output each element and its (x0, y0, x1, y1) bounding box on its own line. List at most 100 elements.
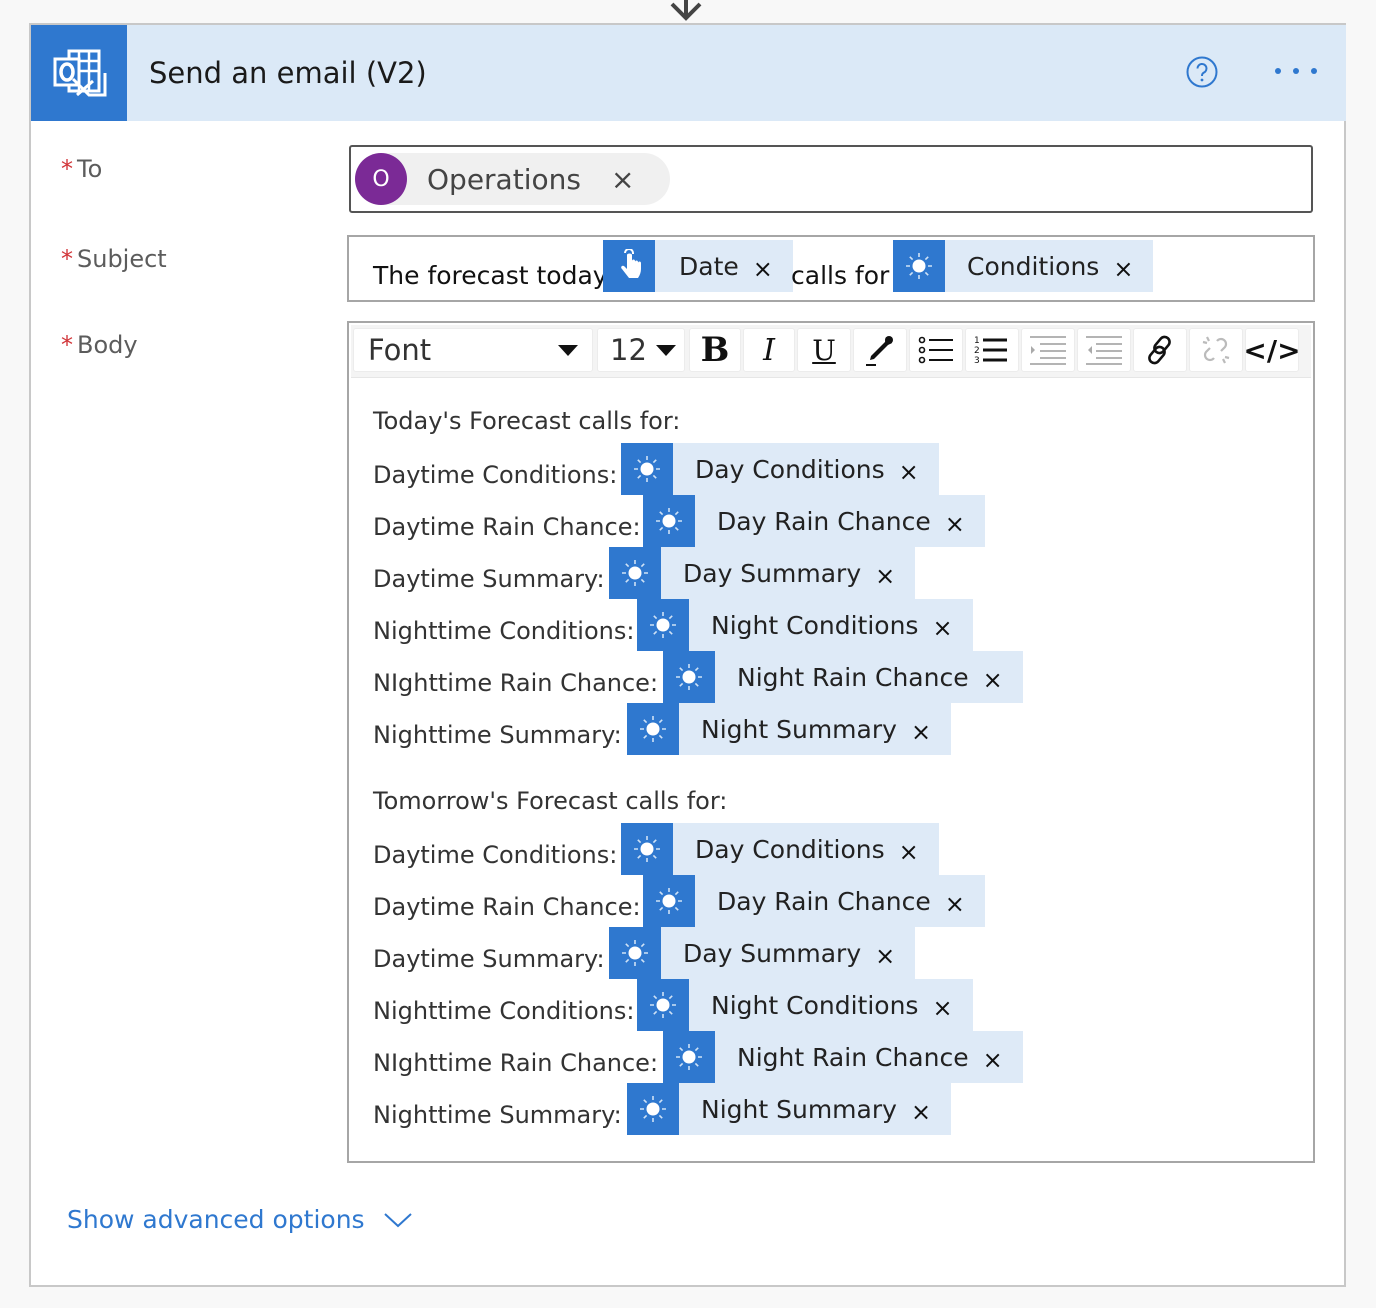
dynamic-content-token[interactable]: Day Rain Chance × (643, 495, 985, 547)
outlook-icon (31, 25, 127, 121)
token-label: Day Summary (683, 558, 862, 588)
rich-text-toolbar: Font 12 B I U 123 </> (351, 325, 1311, 378)
field-label: Nighttime Summary: (373, 1101, 622, 1129)
font-color-button[interactable] (853, 328, 907, 372)
remove-token-icon[interactable]: × (945, 510, 965, 538)
indent-button[interactable] (1021, 328, 1075, 372)
remove-link-button[interactable] (1189, 328, 1243, 372)
show-advanced-options-link[interactable]: Show advanced options (67, 1205, 413, 1234)
font-size-value: 12 (610, 333, 647, 367)
sun-icon (621, 823, 673, 875)
font-dropdown[interactable]: Font (353, 328, 593, 372)
sun-icon (663, 651, 715, 703)
chevron-down-icon (383, 1212, 412, 1227)
sun-icon (637, 979, 689, 1031)
tomorrow-heading: Tomorrow's Forecast calls for: (373, 787, 728, 815)
link-icon (1148, 335, 1171, 365)
subject-label: * Subject (61, 245, 167, 273)
token-label: Night Conditions (711, 990, 919, 1020)
outdent-button[interactable] (1077, 328, 1131, 372)
token-label: Date (679, 251, 739, 281)
remove-token-icon[interactable]: × (899, 458, 919, 486)
remove-token-icon[interactable]: × (1113, 255, 1133, 283)
required-mark: * (61, 331, 73, 359)
to-input[interactable]: O Operations × (349, 145, 1313, 213)
remove-token-icon[interactable]: × (911, 1098, 931, 1126)
code-view-button[interactable]: </> (1243, 328, 1301, 372)
remove-token-icon[interactable]: × (753, 255, 773, 283)
flow-connector-arrow-icon (670, 0, 702, 21)
remove-token-icon[interactable]: × (911, 718, 931, 746)
bulleted-list-button[interactable] (909, 328, 963, 372)
numbered-list-button[interactable]: 123 (965, 328, 1019, 372)
dynamic-content-token[interactable]: Night Conditions × (637, 979, 973, 1031)
field-label: NIghttime Rain Chance: (373, 1049, 659, 1077)
more-ellipsis-icon[interactable] (1271, 63, 1321, 79)
sun-icon (893, 240, 945, 292)
body-editor[interactable]: Font 12 B I U 123 </> Today's Forecast c… (347, 321, 1315, 1163)
action-header[interactable]: Send an email (V2) (31, 25, 1346, 121)
token-label: Day Conditions (695, 834, 885, 864)
sun-icon (627, 703, 679, 755)
outdent-icon (1086, 336, 1122, 365)
sun-icon (609, 927, 661, 979)
field-label: Daytime Rain Chance: (373, 893, 641, 921)
sun-icon (621, 443, 673, 495)
remove-token-icon[interactable]: × (932, 994, 952, 1022)
remove-token-icon[interactable]: × (983, 666, 1003, 694)
token-label: Day Summary (683, 938, 862, 968)
field-label: Daytime Summary: (373, 945, 605, 973)
token-label: Night Rain Chance (737, 1042, 969, 1072)
underline-button[interactable]: U (797, 328, 851, 372)
dynamic-content-token[interactable]: Day Conditions × (621, 443, 939, 495)
remove-recipient-icon[interactable]: × (611, 163, 634, 196)
subject-input[interactable]: The forecast today Date × calls for Condi… (347, 235, 1315, 302)
sun-icon (637, 599, 689, 651)
dynamic-content-token[interactable]: Night Summary × (627, 703, 952, 755)
italic-button[interactable]: I (743, 328, 795, 372)
token-label: Night Summary (701, 1094, 897, 1124)
field-label: Daytime Summary: (373, 565, 605, 593)
sun-icon (643, 495, 695, 547)
date-token[interactable]: Date × (603, 240, 793, 292)
dynamic-content-token[interactable]: Day Summary × (609, 927, 916, 979)
bold-button[interactable]: B (689, 328, 741, 372)
token-label: Night Conditions (711, 610, 919, 640)
show-advanced-options-label: Show advanced options (67, 1205, 365, 1234)
remove-token-icon[interactable]: × (932, 614, 952, 642)
action-title: Send an email (V2) (149, 56, 427, 90)
bulleted-list-icon (918, 336, 953, 364)
recipient-name: Operations (427, 162, 581, 196)
dynamic-content-token[interactable]: Night Rain Chance × (663, 1031, 1023, 1083)
token-label: Day Rain Chance (717, 886, 931, 916)
remove-token-icon[interactable]: × (875, 562, 895, 590)
font-value: Font (368, 333, 432, 367)
dynamic-content-token[interactable]: Night Conditions × (637, 599, 973, 651)
dynamic-content-token[interactable]: Day Conditions × (621, 823, 939, 875)
field-label: Nighttime Summary: (373, 721, 622, 749)
help-circle-icon[interactable] (1186, 56, 1218, 88)
token-label: Day Rain Chance (717, 506, 931, 536)
dynamic-content-token[interactable]: Day Summary × (609, 547, 916, 599)
required-mark: * (61, 245, 73, 273)
font-size-dropdown[interactable]: 12 (597, 328, 685, 372)
subject-text-1: The forecast today (373, 261, 608, 290)
subject-label-text: Subject (77, 245, 167, 273)
dynamic-content-token[interactable]: Night Rain Chance × (663, 651, 1023, 703)
dynamic-content-token[interactable]: Day Rain Chance × (643, 875, 985, 927)
svg-text:1: 1 (974, 336, 980, 346)
remove-token-icon[interactable]: × (875, 942, 895, 970)
token-label: Day Conditions (695, 454, 885, 484)
action-card: Send an email (V2) * To O Operations × * S… (29, 23, 1346, 1287)
remove-token-icon[interactable]: × (899, 838, 919, 866)
token-label: Night Rain Chance (737, 662, 969, 692)
chevron-down-icon (558, 344, 578, 356)
recipient-chip[interactable]: O Operations × (355, 153, 671, 205)
insert-link-button[interactable] (1133, 328, 1187, 372)
remove-token-icon[interactable]: × (945, 890, 965, 918)
conditions-token[interactable]: Conditions × (893, 240, 1154, 292)
to-label: * To (61, 155, 102, 183)
field-label: Daytime Rain Chance: (373, 513, 641, 541)
remove-token-icon[interactable]: × (983, 1046, 1003, 1074)
dynamic-content-token[interactable]: Night Summary × (627, 1083, 952, 1135)
